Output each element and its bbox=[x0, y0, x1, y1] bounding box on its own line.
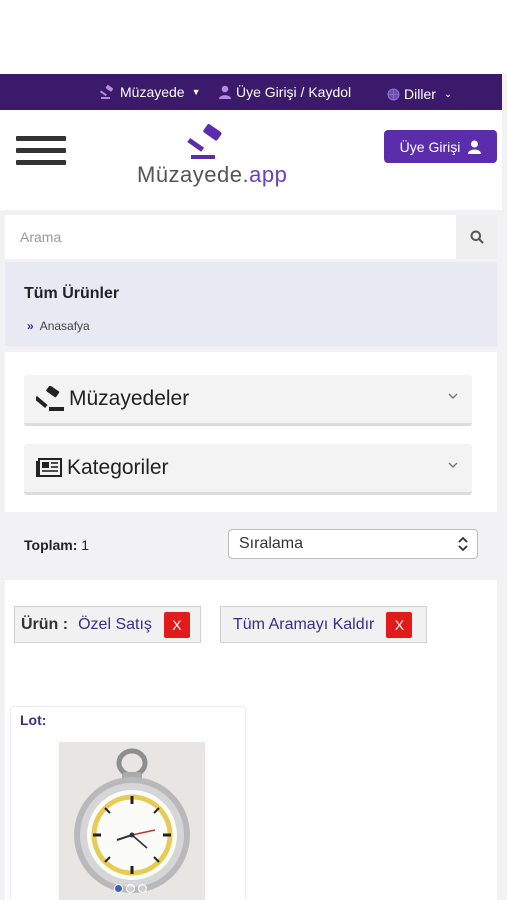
double-chevron-right-icon: » bbox=[27, 319, 34, 333]
caret-down-icon: ▼ bbox=[191, 87, 201, 97]
sort-select-value: Sıralama bbox=[239, 535, 304, 552]
chevron-down-icon: ⌄ bbox=[443, 88, 453, 100]
member-login-register-link[interactable]: Üye Girişi / Kaydol bbox=[218, 84, 351, 100]
member-login-register-label: Üye Girişi / Kaydol bbox=[236, 84, 352, 100]
categories-accordion[interactable]: Kategoriler bbox=[24, 444, 472, 495]
member-login-button[interactable]: Üye Girişi bbox=[384, 130, 497, 163]
sort-select[interactable]: Sıralama bbox=[228, 529, 478, 559]
site-header: Müzayede.app Üye Girişi bbox=[0, 110, 502, 210]
gavel-icon bbox=[100, 85, 114, 99]
breadcrumb-home-link[interactable]: » Anasafya bbox=[27, 319, 90, 333]
clear-all-search-chip: Tüm Aramayı Kaldır X bbox=[220, 606, 427, 643]
site-logo[interactable]: Müzayede.app bbox=[137, 124, 307, 194]
chevron-down-icon bbox=[448, 393, 458, 399]
hamburger-menu-button[interactable] bbox=[16, 136, 66, 168]
filter-panel: Müzayedeler Kategoriler bbox=[5, 352, 497, 512]
auctions-accordion[interactable]: Müzayedeler bbox=[24, 375, 472, 426]
categories-accordion-label: Kategoriler bbox=[67, 456, 169, 479]
search-input[interactable] bbox=[5, 215, 451, 259]
logo-tld-text: app bbox=[249, 162, 288, 187]
total-value: 1 bbox=[81, 537, 90, 553]
active-filter-chip: Ürün : Özel Satış X bbox=[14, 606, 201, 643]
language-menu[interactable]: Diller ⌄ bbox=[387, 86, 452, 102]
user-icon bbox=[219, 85, 231, 99]
product-card[interactable]: Lot: bbox=[10, 706, 246, 900]
gavel-icon bbox=[36, 386, 64, 411]
language-menu-label: Diller bbox=[404, 86, 436, 102]
carousel-dot[interactable] bbox=[126, 884, 135, 893]
breadcrumb: Tüm Ürünler » Anasafya bbox=[5, 262, 497, 346]
search-bar bbox=[5, 215, 497, 259]
auctions-accordion-label: Müzayedeler bbox=[69, 387, 190, 410]
member-login-label: Üye Girişi bbox=[399, 138, 461, 155]
auction-menu-label: Müzayede bbox=[120, 84, 185, 100]
search-icon bbox=[470, 230, 484, 244]
top-navigation-bar: Müzayede ▼ Üye Girişi / Kaydol Diller ⌄ bbox=[0, 74, 502, 110]
clear-all-search-button[interactable]: X bbox=[386, 611, 413, 638]
lot-label: Lot: bbox=[20, 712, 47, 728]
total-count: Toplam: 1 bbox=[24, 537, 89, 553]
menu-bar bbox=[16, 148, 66, 153]
logo-text: Müzayede.app bbox=[137, 162, 287, 188]
remove-filter-button[interactable]: X bbox=[163, 611, 190, 638]
menu-bar bbox=[16, 160, 66, 165]
image-carousel-dots bbox=[114, 884, 147, 893]
carousel-dot[interactable] bbox=[138, 884, 147, 893]
pocket-watch-icon bbox=[59, 742, 205, 900]
globe-icon bbox=[387, 88, 400, 100]
filter-chip-key: Ürün : bbox=[21, 615, 69, 633]
product-image[interactable] bbox=[59, 742, 205, 900]
status-area bbox=[0, 0, 507, 74]
search-button[interactable] bbox=[456, 215, 497, 259]
total-label: Toplam: bbox=[24, 537, 78, 553]
up-down-arrows-icon bbox=[458, 536, 468, 552]
filter-chip-value: Özel Satış bbox=[78, 615, 152, 633]
user-icon bbox=[468, 140, 482, 154]
auction-menu[interactable]: Müzayede ▼ bbox=[100, 84, 201, 100]
clear-all-search-label: Tüm Aramayı Kaldır bbox=[233, 615, 375, 633]
results-panel: Ürün : Özel Satış X Tüm Aramayı Kaldır X… bbox=[5, 580, 497, 900]
breadcrumb-home-label: Anasafya bbox=[39, 319, 90, 333]
newspaper-icon bbox=[36, 458, 62, 477]
page-title: Tüm Ürünler bbox=[24, 285, 120, 302]
menu-bar bbox=[16, 136, 66, 141]
carousel-dot[interactable] bbox=[114, 884, 123, 893]
chevron-down-icon bbox=[448, 462, 458, 468]
gavel-logo-icon bbox=[187, 124, 222, 159]
logo-main-text: Müzayede bbox=[137, 162, 243, 187]
